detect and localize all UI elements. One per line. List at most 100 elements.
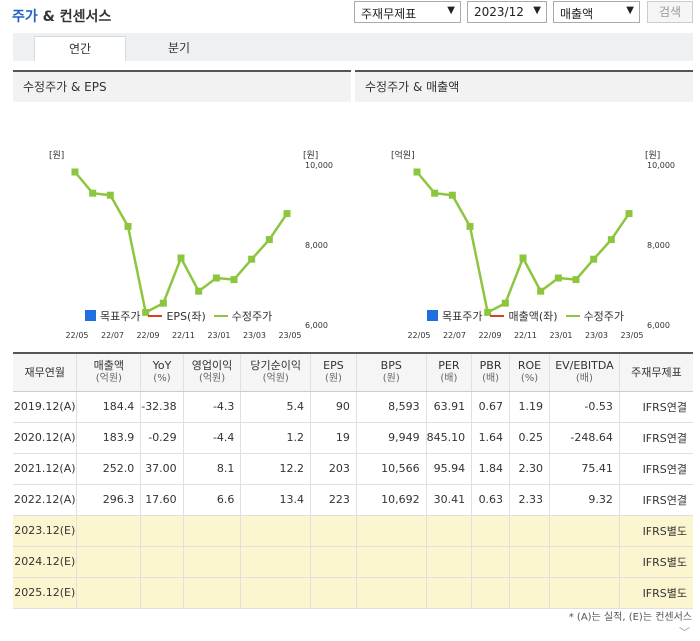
table-cell: 37.00	[140, 453, 184, 485]
table-cell: 0.25	[509, 422, 550, 454]
data-point	[431, 189, 439, 197]
table-cell: 1.2	[240, 422, 311, 454]
column-header: 재무연월	[13, 352, 77, 392]
table-cell: 1.84	[471, 453, 510, 485]
table-cell	[509, 546, 550, 578]
column-header-label: EPS	[323, 359, 344, 373]
table-cell	[240, 546, 311, 578]
chart-price-sales: [억원] [원] 6,000 8,000 10,000 22/05 22/07 22/09 22…	[391, 149, 675, 340]
x-tick-label: 22/07	[101, 331, 124, 340]
column-header-unit: (배)	[575, 373, 593, 385]
table-cell	[425, 546, 472, 578]
column-header-label: 재무연월	[24, 365, 65, 379]
x-tick-label: 23/03	[585, 331, 608, 340]
table-cell: 6.6	[182, 484, 241, 516]
column-header-label: ROE	[517, 359, 542, 373]
table-cell: 2024.12(E)	[13, 546, 77, 578]
legend-item[interactable]: 수정주가	[565, 310, 624, 323]
table-cell	[548, 546, 620, 578]
table-cell	[76, 515, 141, 547]
table-cell: 2021.12(A)	[13, 453, 77, 485]
legend-item[interactable]: EPS(좌)	[148, 310, 206, 323]
x-tick-label: 22/11	[514, 331, 537, 340]
table-cell: 252.0	[76, 453, 141, 485]
legend-item[interactable]: 목표주가	[85, 310, 140, 323]
period-value: 2023/12	[474, 5, 524, 19]
table-cell: IFRS연결	[618, 391, 693, 423]
table-row: 2021.12(A) 252.0 37.00 8.1 12.2 203 10,566 95.9…	[13, 453, 693, 485]
legend-label: 목표주가	[100, 310, 141, 323]
column-header: PBR (배)	[471, 352, 510, 392]
y-tick-label: 8,000	[305, 241, 328, 250]
table-cell	[76, 546, 141, 578]
column-header: 주재무제표	[618, 352, 693, 392]
table-cell: IFRS연결	[618, 484, 693, 516]
square-icon	[427, 310, 438, 321]
table-cell: -248.64	[548, 422, 620, 454]
table-cell: 2025.12(E)	[13, 577, 77, 609]
table-cell	[76, 577, 141, 609]
table-cell	[425, 515, 472, 547]
data-point	[106, 191, 114, 199]
column-header-label: 영업이익	[191, 359, 233, 373]
search-button[interactable]: 검색	[647, 1, 693, 23]
legend-item[interactable]: 매출액(좌)	[490, 310, 558, 323]
chart-legend: 목표주가 EPS(좌) 수정주가	[85, 308, 280, 324]
financial-table: 재무연월 매출액 (억원) YoY (%) 영업이익 (억원) 당기순이익 (억원) EPS (원)…	[13, 352, 693, 609]
left-axis-unit: [억원]	[391, 149, 415, 161]
column-header-label: 주재무제표	[631, 365, 682, 379]
chevron-down-icon[interactable]: ﹀	[679, 624, 690, 640]
data-point	[625, 210, 633, 218]
data-point	[230, 276, 238, 284]
table-row: 2020.12(A) 183.9 -0.29 -4.4 1.2 19 9,949 845.10…	[13, 422, 693, 454]
table-cell: IFRS별도	[618, 577, 693, 609]
metric-select[interactable]: 매출액 ▼	[553, 1, 640, 23]
table-cell	[310, 577, 357, 609]
data-point	[501, 299, 509, 307]
table-cell	[182, 515, 241, 547]
page-title: 주가 & 컨센서스	[12, 6, 111, 26]
tab-quarterly[interactable]: 분기	[133, 36, 225, 61]
table-cell	[310, 546, 357, 578]
data-point	[89, 189, 97, 197]
table-cell	[471, 577, 510, 609]
table-cell: 2.33	[509, 484, 550, 516]
table-cell: 90	[310, 391, 357, 423]
x-tick-label: 22/09	[478, 331, 501, 340]
column-header-unit: (배)	[482, 373, 500, 385]
report-type-select[interactable]: 주재무제표 ▼	[354, 1, 461, 23]
table-row: 2023.12(E) IFRS별도	[13, 515, 693, 547]
legend-item[interactable]: 수정주가	[213, 310, 273, 323]
column-header: EPS (원)	[310, 352, 357, 392]
table-cell	[182, 577, 241, 609]
data-point	[537, 287, 545, 295]
y-tick-label: 10,000	[647, 161, 675, 170]
x-tick-label: 22/11	[172, 331, 195, 340]
table-cell: IFRS연결	[618, 422, 693, 454]
period-select[interactable]: 2023/12 ▼	[467, 1, 547, 23]
chart-panel-sales: 수정주가 & 매출액 [억원] [원] 6,000 8,000 10,000 22/05 2…	[355, 70, 693, 342]
column-header: PER (배)	[425, 352, 472, 392]
table-cell	[471, 515, 510, 547]
tab-annual[interactable]: 연간	[34, 36, 126, 61]
metric-value: 매출액	[560, 7, 594, 21]
legend-item[interactable]: 목표주가	[427, 310, 482, 323]
data-point	[448, 191, 456, 199]
data-point	[159, 299, 167, 307]
column-header-label: PER	[438, 359, 460, 373]
x-tick-label: 23/01	[207, 331, 230, 340]
column-header: EV/EBITDA (배)	[548, 352, 620, 392]
table-cell: 10,566	[355, 453, 427, 485]
table-cell: 5.4	[240, 391, 311, 423]
column-header-unit: (억원)	[262, 373, 289, 385]
x-tick-label: 23/05	[620, 331, 643, 340]
header: 주가 & 컨센서스 주재무제표 ▼ 2023/12 ▼ 매출액 ▼ 검색	[0, 0, 700, 28]
column-header-unit: (배)	[440, 373, 458, 385]
legend-label: 수정주가	[231, 310, 273, 323]
data-point	[554, 274, 562, 282]
table-cell: IFRS별도	[618, 515, 693, 547]
table-cell: 1.19	[509, 391, 550, 423]
table-cell: 184.4	[76, 391, 141, 423]
legend-label: 매출액(좌)	[508, 310, 558, 323]
table-cell: 1.64	[471, 422, 510, 454]
